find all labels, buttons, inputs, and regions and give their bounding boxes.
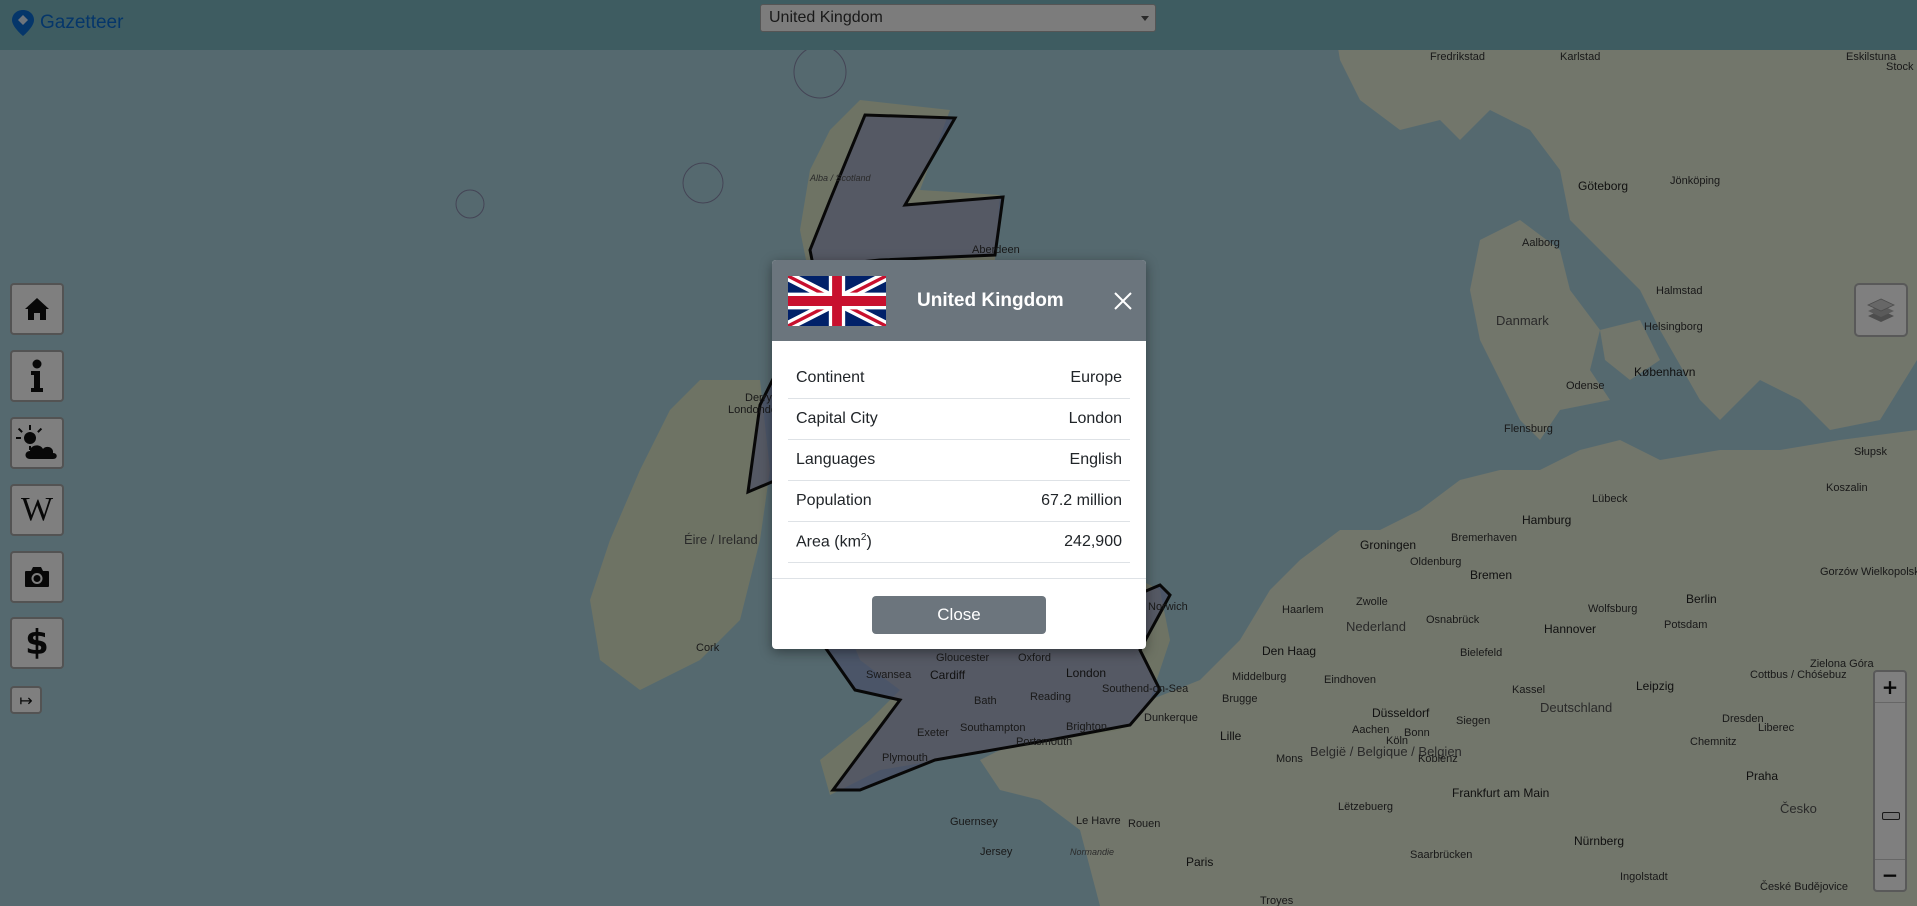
modal-header: United Kingdom bbox=[772, 260, 1146, 341]
info-value: 242,900 bbox=[1064, 533, 1122, 550]
info-label-suffix: ) bbox=[866, 533, 872, 551]
info-label: Area (km2) bbox=[796, 532, 872, 551]
info-value: 67.2 million bbox=[1041, 492, 1122, 509]
info-label-text: Area (km bbox=[796, 533, 861, 551]
info-label: Capital City bbox=[796, 410, 878, 427]
info-row-languages: Languages English bbox=[788, 440, 1130, 481]
modal-body: Continent Europe Capital City London Lan… bbox=[788, 358, 1130, 563]
info-value: Europe bbox=[1070, 369, 1122, 386]
info-label: Continent bbox=[796, 369, 865, 386]
uk-flag-icon bbox=[788, 276, 886, 326]
info-label: Population bbox=[796, 492, 872, 509]
info-row-continent: Continent Europe bbox=[788, 358, 1130, 399]
info-row-capital: Capital City London bbox=[788, 399, 1130, 440]
close-icon[interactable] bbox=[1112, 290, 1134, 312]
close-button[interactable]: Close bbox=[872, 596, 1046, 634]
info-label: Languages bbox=[796, 451, 876, 468]
country-info-modal: United Kingdom Continent Europe Capital … bbox=[772, 260, 1146, 649]
info-row-population: Population 67.2 million bbox=[788, 481, 1130, 522]
info-value: English bbox=[1069, 451, 1122, 468]
modal-title: United Kingdom bbox=[917, 290, 1064, 311]
info-row-area: Area (km2) 242,900 bbox=[788, 522, 1130, 563]
info-value: London bbox=[1068, 410, 1122, 427]
